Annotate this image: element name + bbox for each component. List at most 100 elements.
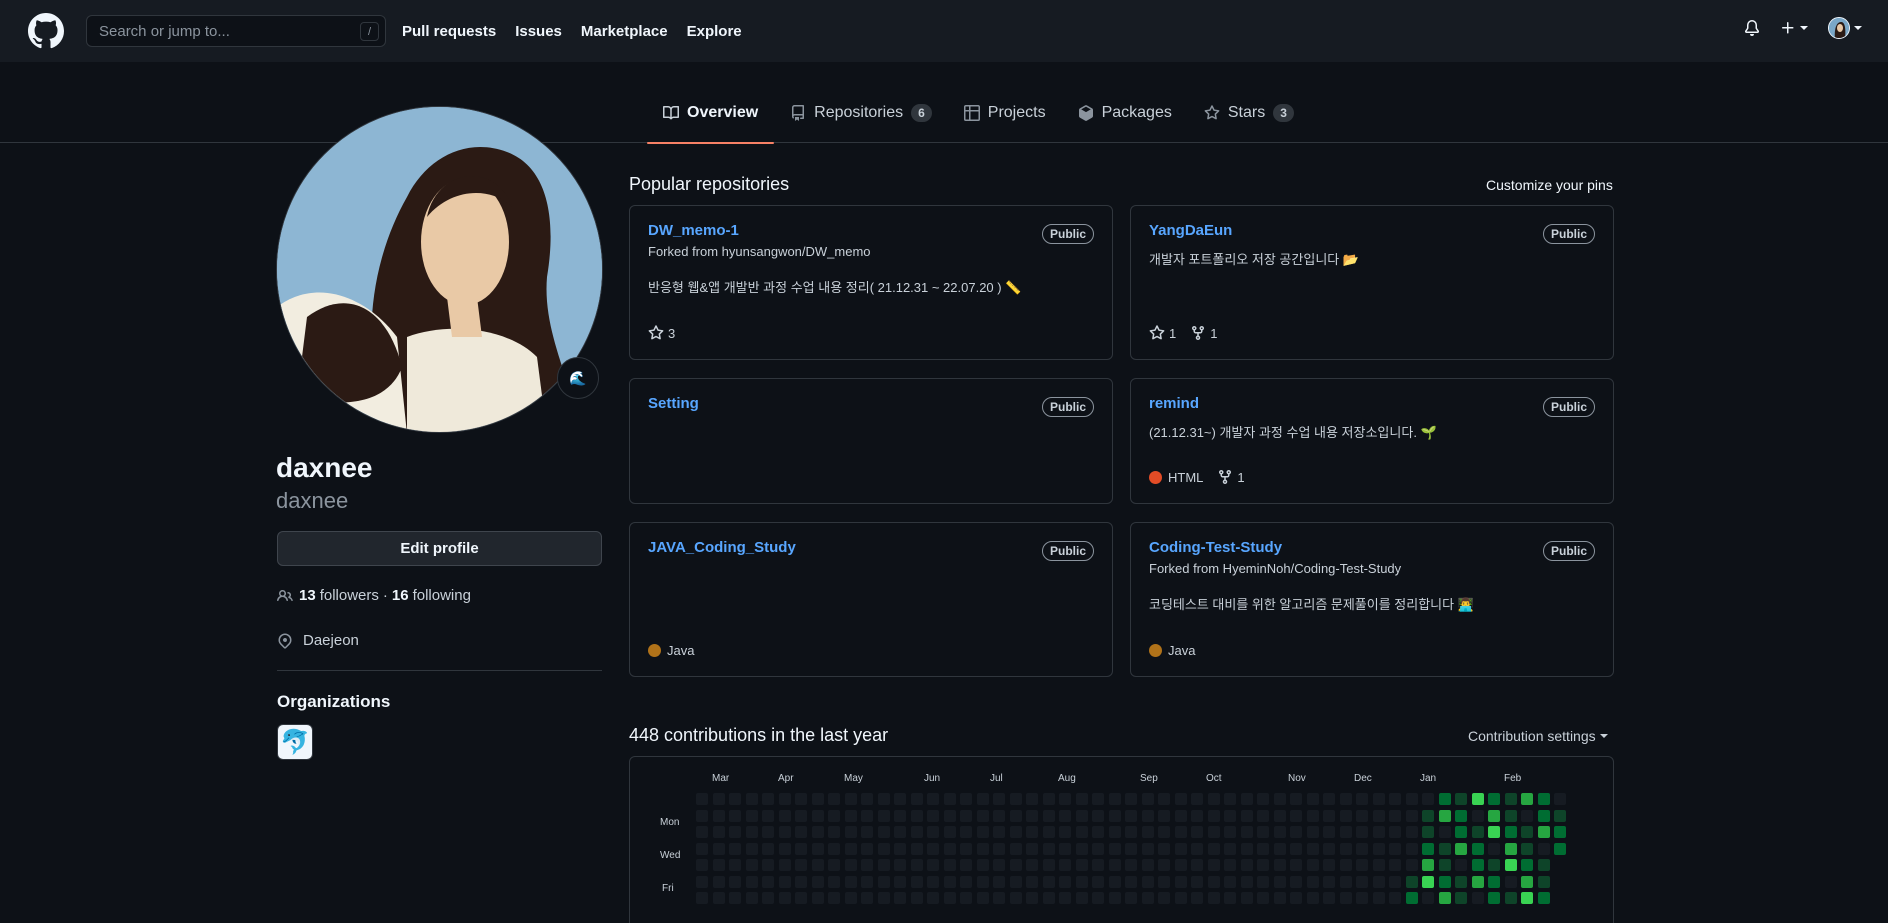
contribution-day-cell[interactable] bbox=[1422, 859, 1434, 871]
contribution-day-cell[interactable] bbox=[1009, 892, 1022, 904]
contribution-day-cell[interactable] bbox=[861, 826, 873, 838]
contribution-day-cell[interactable] bbox=[1224, 875, 1236, 888]
contribution-day-cell[interactable] bbox=[1438, 859, 1451, 871]
contribution-day-cell[interactable] bbox=[1471, 859, 1484, 871]
contribution-day-cell[interactable] bbox=[1207, 892, 1220, 904]
contribution-day-cell[interactable] bbox=[795, 842, 807, 855]
contribution-day-cell[interactable] bbox=[894, 826, 906, 838]
contribution-day-cell[interactable] bbox=[1009, 793, 1022, 805]
contribution-day-cell[interactable] bbox=[1488, 793, 1500, 805]
contribution-day-cell[interactable] bbox=[745, 892, 758, 904]
forks-link[interactable]: 1 bbox=[1217, 469, 1245, 485]
contribution-day-cell[interactable] bbox=[1455, 826, 1467, 838]
contribution-day-cell[interactable] bbox=[745, 826, 758, 838]
contribution-day-cell[interactable] bbox=[1422, 793, 1434, 805]
contribution-day-cell[interactable] bbox=[811, 809, 824, 822]
contribution-day-cell[interactable] bbox=[745, 842, 758, 855]
contribution-day-cell[interactable] bbox=[762, 826, 774, 838]
contribution-day-cell[interactable] bbox=[1422, 826, 1434, 838]
contribution-day-cell[interactable] bbox=[1108, 859, 1121, 871]
contribution-day-cell[interactable] bbox=[1125, 892, 1137, 904]
contribution-day-cell[interactable] bbox=[1240, 875, 1253, 888]
contribution-day-cell[interactable] bbox=[1471, 809, 1484, 822]
contribution-day-cell[interactable] bbox=[1323, 892, 1335, 904]
contribution-day-cell[interactable] bbox=[1273, 859, 1286, 871]
contribution-day-cell[interactable] bbox=[1141, 875, 1154, 888]
contribution-day-cell[interactable] bbox=[712, 809, 725, 822]
contribution-day-cell[interactable] bbox=[1488, 892, 1500, 904]
contribution-day-cell[interactable] bbox=[1422, 842, 1434, 855]
contribution-day-cell[interactable] bbox=[1504, 826, 1517, 838]
contribution-day-cell[interactable] bbox=[861, 875, 873, 888]
contribution-day-cell[interactable] bbox=[778, 859, 791, 871]
contribution-day-cell[interactable] bbox=[1471, 892, 1484, 904]
contribution-day-cell[interactable] bbox=[811, 826, 824, 838]
repo-name-link[interactable]: Coding-Test-Study bbox=[1149, 539, 1282, 556]
contribution-day-cell[interactable] bbox=[960, 875, 972, 888]
bell-icon[interactable] bbox=[1744, 20, 1760, 36]
contribution-day-cell[interactable] bbox=[1290, 842, 1302, 855]
contribution-day-cell[interactable] bbox=[1026, 793, 1038, 805]
contribution-day-cell[interactable] bbox=[1438, 875, 1451, 888]
contribution-day-cell[interactable] bbox=[1240, 859, 1253, 871]
contribution-day-cell[interactable] bbox=[1174, 875, 1187, 888]
contribution-day-cell[interactable] bbox=[1504, 842, 1517, 855]
contribution-day-cell[interactable] bbox=[696, 842, 708, 855]
contribution-day-cell[interactable] bbox=[1059, 809, 1071, 822]
contribution-day-cell[interactable] bbox=[1108, 842, 1121, 855]
contribution-day-cell[interactable] bbox=[1339, 826, 1352, 838]
contribution-day-cell[interactable] bbox=[762, 809, 774, 822]
contribution-day-cell[interactable] bbox=[993, 892, 1005, 904]
contribution-day-cell[interactable] bbox=[1389, 809, 1401, 822]
contribution-day-cell[interactable] bbox=[1207, 809, 1220, 822]
contribution-day-cell[interactable] bbox=[811, 892, 824, 904]
contribution-day-cell[interactable] bbox=[1158, 842, 1170, 855]
status-emoji[interactable]: 🌊 bbox=[557, 357, 599, 399]
contribution-day-cell[interactable] bbox=[1339, 859, 1352, 871]
contribution-day-cell[interactable] bbox=[1504, 859, 1517, 871]
contribution-day-cell[interactable] bbox=[762, 793, 774, 805]
contribution-day-cell[interactable] bbox=[1356, 875, 1368, 888]
contribution-day-cell[interactable] bbox=[1174, 826, 1187, 838]
contribution-day-cell[interactable] bbox=[993, 809, 1005, 822]
contribution-day-cell[interactable] bbox=[696, 826, 708, 838]
contribution-day-cell[interactable] bbox=[1471, 826, 1484, 838]
contribution-day-cell[interactable] bbox=[1389, 892, 1401, 904]
contribution-day-cell[interactable] bbox=[795, 826, 807, 838]
contribution-day-cell[interactable] bbox=[1554, 826, 1566, 838]
contribution-day-cell[interactable] bbox=[1405, 892, 1418, 904]
contribution-day-cell[interactable] bbox=[795, 793, 807, 805]
contribution-day-cell[interactable] bbox=[828, 826, 840, 838]
contribution-day-cell[interactable] bbox=[811, 842, 824, 855]
contribution-day-cell[interactable] bbox=[1009, 842, 1022, 855]
contribution-day-cell[interactable] bbox=[1537, 809, 1550, 822]
contribution-day-cell[interactable] bbox=[1207, 793, 1220, 805]
contribution-day-cell[interactable] bbox=[1141, 793, 1154, 805]
contribution-day-cell[interactable] bbox=[1158, 826, 1170, 838]
contribution-day-cell[interactable] bbox=[910, 859, 923, 871]
contribution-day-cell[interactable] bbox=[1224, 892, 1236, 904]
contribution-day-cell[interactable] bbox=[1059, 859, 1071, 871]
contribution-day-cell[interactable] bbox=[1405, 793, 1418, 805]
contribution-day-cell[interactable] bbox=[1488, 859, 1500, 871]
contribution-day-cell[interactable] bbox=[1026, 826, 1038, 838]
contribution-day-cell[interactable] bbox=[861, 793, 873, 805]
contribution-day-cell[interactable] bbox=[1158, 875, 1170, 888]
contribution-day-cell[interactable] bbox=[795, 875, 807, 888]
contribution-day-cell[interactable] bbox=[712, 859, 725, 871]
contribution-day-cell[interactable] bbox=[976, 793, 989, 805]
contribution-day-cell[interactable] bbox=[1356, 793, 1368, 805]
contribution-day-cell[interactable] bbox=[1059, 892, 1071, 904]
contribution-day-cell[interactable] bbox=[1092, 842, 1104, 855]
contribution-day-cell[interactable] bbox=[1026, 859, 1038, 871]
contribution-day-cell[interactable] bbox=[1372, 842, 1385, 855]
contribution-day-cell[interactable] bbox=[1026, 875, 1038, 888]
contribution-day-cell[interactable] bbox=[729, 809, 741, 822]
contribution-day-cell[interactable] bbox=[1141, 826, 1154, 838]
customize-pins-link[interactable]: Customize your pins bbox=[1486, 177, 1613, 193]
contribution-day-cell[interactable] bbox=[1141, 892, 1154, 904]
contribution-day-cell[interactable] bbox=[811, 875, 824, 888]
contribution-day-cell[interactable] bbox=[927, 859, 939, 871]
contribution-day-cell[interactable] bbox=[1092, 826, 1104, 838]
contribution-day-cell[interactable] bbox=[1438, 826, 1451, 838]
